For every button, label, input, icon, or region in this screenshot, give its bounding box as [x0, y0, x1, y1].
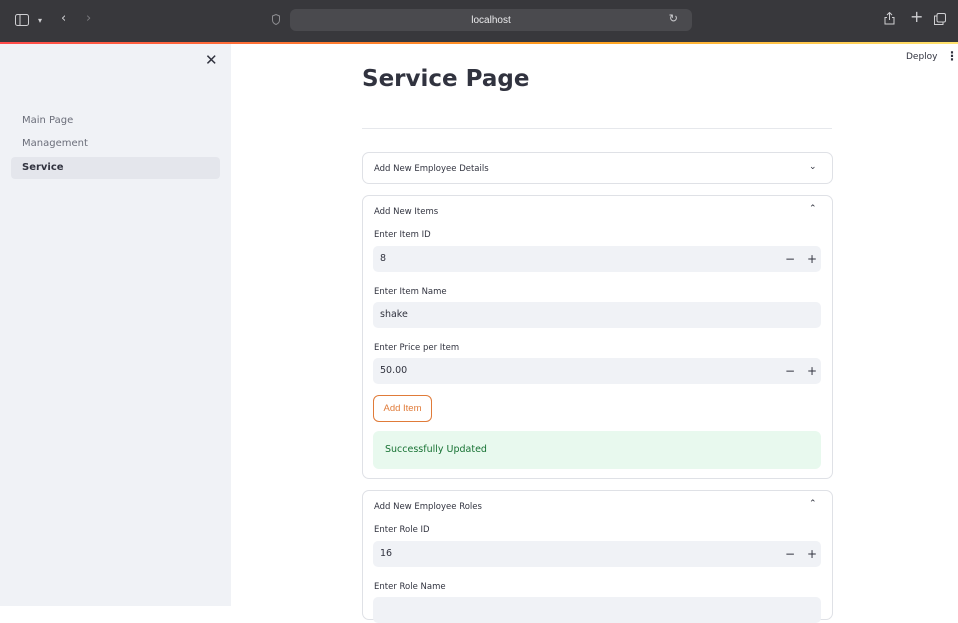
share-icon[interactable]	[884, 11, 895, 29]
more-menu-icon[interactable]: ⋮	[946, 49, 958, 63]
url-text: localhost	[471, 14, 511, 26]
role-name-label: Enter Role Name	[374, 582, 446, 592]
shield-icon	[272, 13, 280, 29]
role-id-value: 16	[380, 548, 393, 559]
increment-button[interactable]: +	[807, 541, 817, 567]
sidebar-item-main-page[interactable]: Main Page	[11, 110, 220, 132]
decrement-button[interactable]: −	[785, 358, 795, 384]
divider	[362, 128, 832, 129]
increment-button[interactable]: +	[807, 246, 817, 272]
close-icon[interactable]: ✕	[205, 52, 218, 68]
increment-button[interactable]: +	[807, 358, 817, 384]
decrement-button[interactable]: −	[785, 541, 795, 567]
item-name-value: shake	[380, 309, 408, 320]
sidebar: ✕ Main Page Management Service	[0, 44, 231, 606]
deploy-button[interactable]: Deploy	[906, 52, 938, 62]
back-icon[interactable]: ‹	[61, 12, 66, 26]
item-name-input[interactable]: shake	[373, 302, 821, 328]
sidebar-item-management[interactable]: Management	[11, 133, 220, 155]
forward-icon[interactable]: ›	[86, 12, 91, 26]
success-alert: Successfully Updated	[373, 431, 821, 469]
sidebar-item-label: Main Page	[22, 115, 74, 126]
chevron-down-icon[interactable]: ▾	[38, 14, 42, 28]
item-id-label: Enter Item ID	[374, 230, 431, 240]
chevron-down-icon[interactable]: ⌄	[809, 162, 817, 172]
tabs-icon[interactable]	[934, 13, 946, 29]
sidebar-item-service[interactable]: Service	[11, 157, 220, 179]
decrement-button[interactable]: −	[785, 246, 795, 272]
role-id-input[interactable]: 16 − +	[373, 541, 821, 567]
add-items-expander: Add New Items ⌃ Enter Item ID 8 − + Ente…	[362, 195, 833, 479]
item-name-label: Enter Item Name	[374, 287, 447, 297]
success-message: Successfully Updated	[385, 444, 487, 455]
add-roles-expander: Add New Employee Roles ⌃ Enter Role ID 1…	[362, 490, 833, 623]
add-item-button[interactable]: Add Item	[373, 395, 432, 422]
expander-title: Add New Employee Details	[374, 164, 489, 174]
expander-title[interactable]: Add New Items	[374, 207, 438, 217]
chevron-up-icon[interactable]: ⌃	[809, 204, 817, 214]
reload-icon[interactable]: ↻	[669, 12, 678, 25]
address-bar[interactable]: localhost ↻	[290, 9, 692, 31]
employee-details-expander[interactable]: Add New Employee Details ⌄	[362, 152, 833, 184]
role-id-label: Enter Role ID	[374, 525, 430, 535]
role-name-input[interactable]	[373, 597, 821, 623]
expander-title[interactable]: Add New Employee Roles	[374, 502, 482, 512]
sidebar-item-label: Service	[22, 162, 64, 173]
browser-toolbar: ▾ ‹ › localhost ↻ +	[0, 0, 958, 42]
plus-icon[interactable]: +	[910, 9, 923, 25]
price-value: 50.00	[380, 365, 408, 376]
item-id-value: 8	[380, 253, 387, 264]
item-id-input[interactable]: 8 − +	[373, 246, 821, 272]
page-title: Service Page	[362, 66, 530, 92]
sidebar-item-label: Management	[22, 138, 88, 149]
price-input[interactable]: 50.00 − +	[373, 358, 821, 384]
price-label: Enter Price per Item	[374, 343, 460, 353]
chevron-up-icon[interactable]: ⌃	[809, 499, 817, 509]
sidebar-icon[interactable]	[15, 14, 29, 30]
